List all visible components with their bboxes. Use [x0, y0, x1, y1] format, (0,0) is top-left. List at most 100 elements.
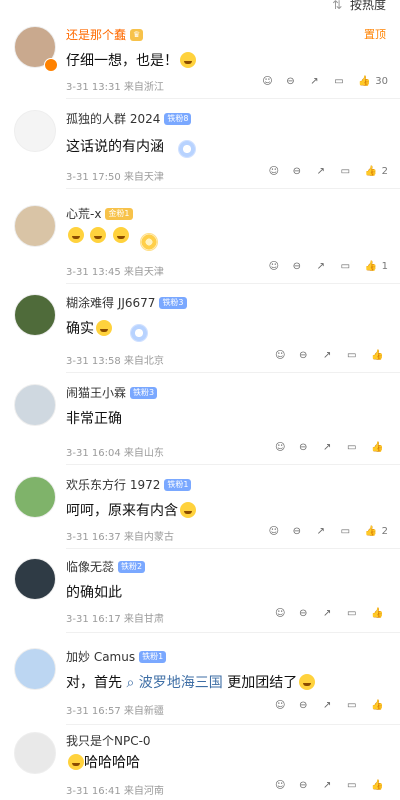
comment-icon[interactable]: ▭ [341, 166, 355, 180]
like-button[interactable]: 👍 [371, 700, 388, 714]
username[interactable]: 心荒-x [66, 205, 101, 222]
comment-text [66, 227, 129, 244]
comment-location: 来自北京 [123, 356, 164, 367]
sticker-icon[interactable]: ☺ [269, 526, 283, 540]
comment-meta: 3-31 17:50 来自天津 [66, 168, 164, 183]
username[interactable]: 加妙 Camus [66, 648, 135, 665]
comment-item[interactable]: 糊涂难得 JJ6677 铁粉3 确实 3-31 13:58 来自北京 ☺ ⊖ ↗… [0, 294, 400, 374]
dislike-icon[interactable]: ⊖ [299, 700, 313, 714]
like-button[interactable]: 👍 [371, 350, 388, 364]
thumb-up-icon: 👍 [371, 442, 384, 453]
divider [66, 724, 400, 725]
emoji-icon [112, 227, 129, 243]
sticker-icon[interactable]: ☺ [275, 442, 289, 456]
username[interactable]: 欢乐东方行 1972 [66, 476, 160, 493]
avatar[interactable] [14, 648, 56, 690]
comment-actions: ☺ ⊖ ↗ ▭ 👍 [275, 700, 388, 714]
comment-icon[interactable]: ▭ [334, 76, 348, 90]
sticker-icon[interactable]: ☺ [275, 350, 289, 364]
share-icon[interactable]: ↗ [323, 442, 337, 456]
like-button[interactable]: 👍 30 [358, 76, 388, 90]
comment-icon[interactable]: ▭ [341, 261, 355, 275]
avatar[interactable] [14, 732, 56, 774]
dislike-icon[interactable]: ⊖ [293, 166, 307, 180]
username[interactable]: 糊涂难得 JJ6677 [66, 294, 155, 311]
comment-text: 哈哈哈哈 [66, 752, 140, 772]
avatar[interactable] [14, 205, 56, 247]
comment-item[interactable]: 临像无蕊 铁粉2 的确如此 3-31 16:17 来自甘肃 ☺ ⊖ ↗ ▭ 👍 [0, 558, 400, 633]
comment-location: 来自内蒙古 [123, 532, 174, 543]
sticker-icon[interactable]: ☺ [269, 261, 283, 275]
comment-icon[interactable]: ▭ [341, 526, 355, 540]
dislike-icon[interactable]: ⊖ [286, 76, 300, 90]
dislike-icon[interactable]: ⊖ [299, 608, 313, 622]
comment-item[interactable]: 加妙 Camus 铁粉1 对，首先 ⌕ 波罗地海三国 更加团结了 3-31 16… [0, 648, 400, 725]
fan-badge: 金粉1 [105, 207, 133, 220]
thumb-up-icon: 👍 [371, 700, 384, 711]
like-count: 30 [375, 76, 388, 87]
share-icon[interactable]: ↗ [317, 526, 331, 540]
like-button[interactable]: 👍 [371, 780, 388, 794]
comment-header: 孤独的人群 2024 铁粉8 [66, 110, 192, 127]
comment-item[interactable]: 欢乐东方行 1972 铁粉1 呵呵，原来有内含 3-31 16:37 来自内蒙古… [0, 476, 400, 550]
comment-icon[interactable]: ▭ [347, 350, 361, 364]
comment-item[interactable]: 心荒-x 金粉1 3-31 13:45 来自天津 ☺ ⊖ ↗ ▭ 👍 1 [0, 205, 400, 285]
comment-text-value: 确实 [66, 321, 94, 337]
share-icon[interactable]: ↗ [323, 350, 337, 364]
like-button[interactable]: 👍 2 [365, 526, 388, 540]
comment-location: 来自天津 [123, 267, 164, 278]
sort-toggle[interactable]: ⇅ 按热度 [332, 0, 386, 13]
comment-icon[interactable]: ▭ [347, 700, 361, 714]
like-button[interactable]: 👍 [371, 442, 388, 456]
sort-label: 按热度 [349, 0, 386, 12]
avatar[interactable] [14, 294, 56, 336]
username[interactable]: 孤独的人群 2024 [66, 110, 160, 127]
sticker-icon[interactable]: ☺ [275, 608, 289, 622]
like-button[interactable]: 👍 2 [365, 166, 388, 180]
comment-item[interactable]: 我只是个NPC-0 哈哈哈哈 3-31 16:41 来自河南 ☺ ⊖ ↗ ▭ 👍 [0, 732, 400, 800]
share-icon[interactable]: ↗ [323, 700, 337, 714]
comment-item[interactable]: 还是那个蠢 ♛ 置顶 仔细一想，也是！ 3-31 13:31 来自浙江 ☺ ⊖ … [0, 26, 400, 99]
dislike-icon[interactable]: ⊖ [299, 350, 313, 364]
comment-icon[interactable]: ▭ [347, 608, 361, 622]
like-count: 2 [381, 166, 388, 177]
username[interactable]: 我只是个NPC-0 [66, 732, 151, 749]
comment-text: 非常正确 [66, 411, 122, 427]
thumb-up-icon: 👍 [364, 166, 378, 177]
comment-text: 对，首先 ⌕ 波罗地海三国 更加团结了 [66, 672, 316, 692]
avatar[interactable] [14, 476, 56, 518]
sticker-icon[interactable]: ☺ [269, 166, 283, 180]
username[interactable]: 临像无蕊 [66, 558, 114, 575]
username[interactable]: 闹猫王小霖 [66, 384, 126, 401]
comment-icon[interactable]: ▭ [347, 780, 361, 794]
username[interactable]: 还是那个蠢 [66, 26, 126, 43]
comment-location: 来自甘肃 [123, 614, 164, 625]
comment-date: 3-31 13:45 [66, 267, 121, 278]
dislike-icon[interactable]: ⊖ [299, 780, 313, 794]
avatar[interactable] [14, 558, 56, 600]
dislike-icon[interactable]: ⊖ [293, 261, 307, 275]
comment-icon[interactable]: ▭ [347, 442, 361, 456]
share-icon[interactable]: ↗ [310, 76, 324, 90]
avatar[interactable] [14, 384, 56, 426]
like-button[interactable]: 👍 [371, 608, 388, 622]
sticker-icon[interactable]: ☺ [262, 76, 276, 90]
like-button[interactable]: 👍 1 [365, 261, 388, 275]
comment-item[interactable]: 孤独的人群 2024 铁粉8 这话说的有内涵 3-31 17:50 来自天津 ☺… [0, 110, 400, 189]
share-icon[interactable]: ↗ [323, 608, 337, 622]
share-icon[interactable]: ↗ [317, 261, 331, 275]
comment-item[interactable]: 闹猫王小霖 铁粉3 非常正确 3-31 16:04 来自山东 ☺ ⊖ ↗ ▭ 👍 [0, 384, 400, 465]
pinned-label: 置顶 [364, 28, 386, 41]
avatar[interactable] [14, 110, 56, 152]
topic-link[interactable]: ⌕ 波罗地海三国 [126, 675, 227, 691]
dislike-icon[interactable]: ⊖ [299, 442, 313, 456]
sticker-icon[interactable]: ☺ [275, 700, 289, 714]
comment-actions: ☺ ⊖ ↗ ▭ 👍 [275, 350, 388, 364]
thumb-up-icon: 👍 [371, 608, 384, 619]
share-icon[interactable]: ↗ [323, 780, 337, 794]
dislike-icon[interactable]: ⊖ [293, 526, 307, 540]
share-icon[interactable]: ↗ [317, 166, 331, 180]
sticker-icon[interactable]: ☺ [275, 780, 289, 794]
like-count: 2 [381, 526, 388, 537]
divider [66, 283, 400, 284]
